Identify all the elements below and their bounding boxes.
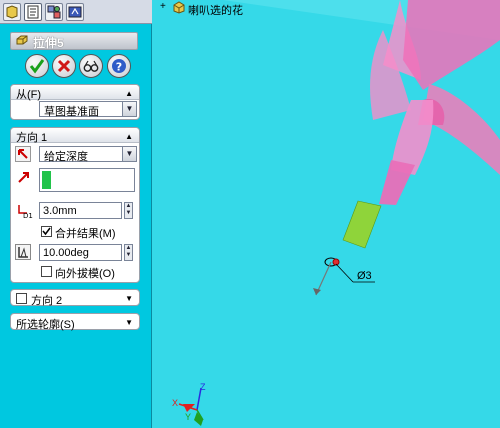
flower-petals xyxy=(370,0,500,205)
x-icon xyxy=(57,59,71,73)
property-manager-panel: 拉伸5 ? 从(F) ▲ 草图基准面 ▼ 方向 1 ▲ 给定深度 ▼ D1 3.… xyxy=(0,0,152,428)
draft-outward-checkbox[interactable] xyxy=(41,266,52,277)
configuration-manager-icon xyxy=(47,5,61,19)
property-manager-icon xyxy=(27,5,39,19)
triad-x-label: X xyxy=(172,398,179,408)
chevron-down-icon: ▼ xyxy=(122,147,136,161)
triad-y-label: Y xyxy=(185,412,192,422)
extrude-icon xyxy=(16,35,28,45)
spin-up-icon: ▲ xyxy=(125,203,132,209)
property-manager-tab[interactable] xyxy=(24,3,42,21)
direction-arrow-icon xyxy=(18,172,29,183)
depth-spinner[interactable]: ▲ ▼ xyxy=(124,202,133,219)
merge-result-label: 合并结果(M) xyxy=(55,228,116,240)
manager-tabs xyxy=(0,0,152,24)
end-condition-value: 给定深度 xyxy=(44,151,88,163)
draft-angle-icon xyxy=(18,247,28,258)
expand-caret-icon: ▼ xyxy=(125,294,133,303)
check-mark-icon xyxy=(42,227,51,236)
depth-reference-swatch xyxy=(42,171,51,189)
spin-up-icon: ▲ xyxy=(125,245,132,251)
direction1-group: 方向 1 ▲ 给定深度 ▼ D1 3.0mm ▲ ▼ 合并结果(M) 10.00… xyxy=(10,127,140,283)
draft-angle-value: 10.00deg xyxy=(43,247,89,259)
dimxpert-icon xyxy=(68,6,82,18)
direction1-title: 方向 1 xyxy=(16,132,48,144)
draft-angle-spinner[interactable]: ▲ ▼ xyxy=(124,244,133,261)
triad-z-label: Z xyxy=(200,382,206,392)
spin-down-icon: ▼ xyxy=(125,210,132,216)
merge-result-checkbox[interactable] xyxy=(41,226,52,237)
expand-icon[interactable]: + xyxy=(160,1,166,12)
depth-value: 3.0mm xyxy=(43,205,77,217)
expand-caret-icon: ▼ xyxy=(125,318,133,327)
spin-down-icon: ▼ xyxy=(125,252,132,258)
direction-reference-field[interactable] xyxy=(39,168,135,192)
draft-toggle-button[interactable] xyxy=(15,244,31,260)
from-group: 从(F) ▲ 草图基准面 ▼ xyxy=(10,84,140,120)
draft-angle-input[interactable]: 10.00deg xyxy=(39,244,122,261)
cancel-button[interactable] xyxy=(52,54,76,78)
feature-manager-tab[interactable] xyxy=(3,3,21,21)
feature-manager-icon xyxy=(6,5,18,19)
direction1-header[interactable]: 方向 1 ▲ xyxy=(11,128,139,144)
direction2-title: 方向 2 xyxy=(31,295,63,307)
from-select[interactable]: 草图基准面 ▼ xyxy=(39,101,137,118)
depth-dimension-icon: D1 xyxy=(18,205,33,219)
chevron-down-icon: ▼ xyxy=(122,102,136,116)
from-group-title: 从(F) xyxy=(16,89,42,101)
end-condition-select[interactable]: 给定深度 ▼ xyxy=(39,146,137,163)
from-select-value: 草图基准面 xyxy=(44,106,99,118)
part-icon xyxy=(173,1,185,14)
feature-title-bar: 拉伸5 xyxy=(10,32,138,50)
collapse-caret-icon: ▲ xyxy=(125,132,133,141)
extrude-arrow-head xyxy=(313,288,321,295)
selected-contours-title: 所选轮廓(S) xyxy=(16,319,75,331)
dimension-leader xyxy=(335,263,354,283)
ok-button[interactable] xyxy=(25,54,49,78)
svg-text:D1: D1 xyxy=(23,212,33,219)
check-icon xyxy=(29,59,45,74)
svg-text:?: ? xyxy=(116,61,122,74)
configuration-manager-tab[interactable] xyxy=(45,3,63,21)
help-button[interactable]: ? xyxy=(107,54,131,78)
depth-input[interactable]: 3.0mm xyxy=(39,202,122,219)
draft-outward-label: 向外拔模(O) xyxy=(55,268,115,280)
reverse-direction-button[interactable] xyxy=(15,146,31,162)
direction2-checkbox[interactable] xyxy=(16,293,27,304)
feature-title: 拉伸5 xyxy=(33,36,64,50)
model-view xyxy=(178,0,500,426)
from-group-header[interactable]: 从(F) ▲ xyxy=(11,85,139,101)
extruded-stem xyxy=(342,200,382,249)
dimxpert-tab[interactable] xyxy=(66,3,84,21)
preview-button[interactable] xyxy=(79,54,103,78)
glasses-icon xyxy=(83,60,99,72)
tree-root-label: 喇叭选的花 xyxy=(188,5,243,17)
graphics-viewport[interactable]: Z X Y xyxy=(153,0,500,428)
direction2-group[interactable]: 方向 2 ▼ xyxy=(10,289,140,307)
collapse-caret-icon: ▲ xyxy=(125,89,133,98)
help-icon: ? xyxy=(112,59,126,74)
reverse-direction-icon xyxy=(18,149,28,159)
selected-contours-group[interactable]: 所选轮廓(S) ▼ xyxy=(10,313,140,331)
diameter-dimension-label[interactable]: Ø3 xyxy=(357,270,372,282)
